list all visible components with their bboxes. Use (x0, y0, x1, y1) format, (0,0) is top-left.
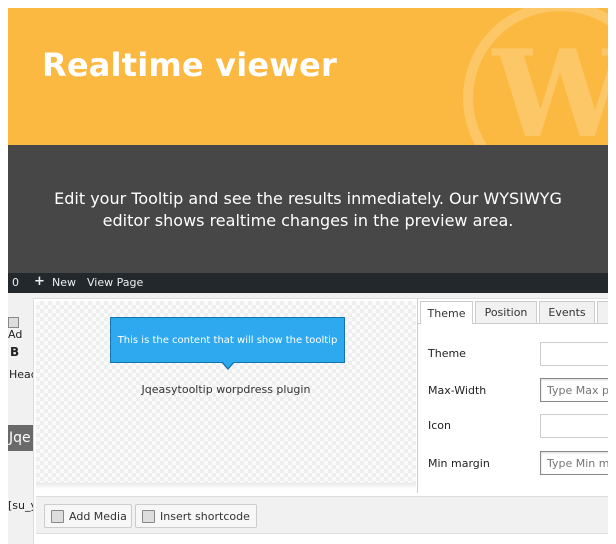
icon-label: Icon (428, 419, 451, 432)
preview-divider (36, 483, 416, 489)
theme-label: Theme (428, 347, 466, 360)
shortcode-icon (142, 509, 155, 523)
max-width-field[interactable] (540, 378, 608, 402)
plus-icon[interactable]: + (34, 274, 45, 289)
shortcode-fragment: [su_y (8, 499, 36, 512)
settings-panel: Theme Position Events A Theme Max-Width … (417, 299, 608, 493)
min-margin-field[interactable] (540, 451, 608, 475)
icon-field[interactable] (540, 414, 608, 438)
admin-bar-counter[interactable]: 0 (12, 276, 19, 289)
banner-description-line: editor shows realtime changes in the pre… (102, 211, 514, 230)
theme-input[interactable] (541, 344, 608, 365)
insert-shortcode-button[interactable]: Insert shortcode (135, 504, 257, 528)
background-editor: Ad B Head Jqe [su_y (8, 293, 36, 544)
max-width-input[interactable] (541, 380, 608, 401)
min-margin-input[interactable] (541, 453, 608, 474)
bold-button[interactable]: B (10, 345, 19, 359)
tab-theme[interactable]: Theme (420, 301, 473, 324)
tooltip-text: This is the content that will show the t… (117, 334, 338, 346)
editor-toolbar: Add Media Insert shortcode (36, 496, 608, 544)
editor-content-area[interactable] (36, 533, 608, 544)
tab-position[interactable]: Position (475, 301, 537, 323)
preview-area: This is the content that will show the t… (36, 301, 416, 483)
icon-input[interactable] (541, 416, 608, 437)
tooltip-arrow-fill (222, 361, 234, 368)
screenshot-frame: Realtime viewer W Edit your Tooltip and … (8, 8, 608, 544)
max-width-label: Max-Width (428, 384, 487, 397)
heading-format[interactable]: Head (9, 368, 36, 381)
tooltip-editor-modal: This is the content that will show the t… (33, 298, 608, 544)
post-title-fragment: Jqe (8, 425, 36, 451)
wordpress-logo-icon: W (463, 8, 608, 145)
theme-field[interactable] (540, 342, 608, 366)
media-icon (51, 509, 64, 523)
admin-bar-view-page[interactable]: View Page (87, 276, 143, 289)
settings-tabs: Theme Position Events A (418, 299, 608, 324)
min-margin-label: Min margin (428, 457, 490, 470)
svg-text:W: W (491, 24, 608, 145)
add-media-fragment: Ad (8, 315, 36, 341)
media-icon (8, 316, 19, 328)
tab-more[interactable]: A (597, 301, 608, 323)
admin-bar-new[interactable]: New (52, 276, 76, 289)
banner-header: Realtime viewer W (8, 8, 608, 145)
tab-events[interactable]: Events (539, 301, 595, 323)
plugin-label: Jqeasytooltip worpdress plugin (141, 383, 311, 396)
banner-title: Realtime viewer (42, 46, 337, 84)
banner-description: Edit your Tooltip and see the results in… (8, 145, 608, 273)
admin-bar: 0 + New View Page (8, 273, 608, 293)
tooltip-preview: This is the content that will show the t… (110, 317, 345, 363)
banner-description-line: Edit your Tooltip and see the results in… (54, 189, 562, 208)
add-media-button[interactable]: Add Media (44, 504, 132, 528)
